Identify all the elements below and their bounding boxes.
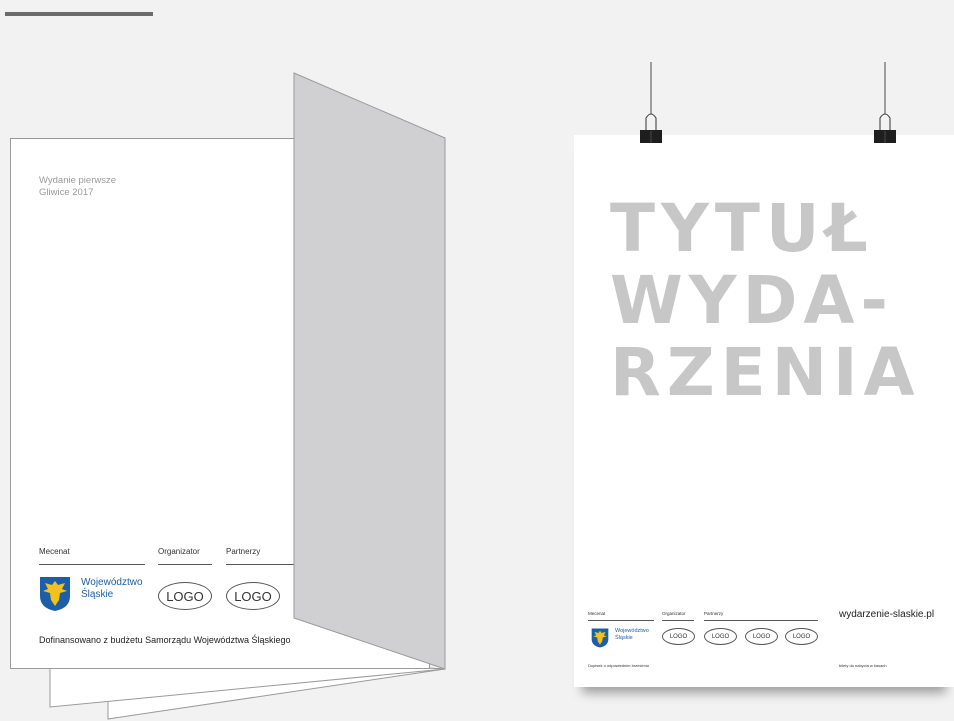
binder-clip-icon [640,62,662,143]
poster-hangers [640,62,896,143]
binder-clip-icon [874,62,896,143]
